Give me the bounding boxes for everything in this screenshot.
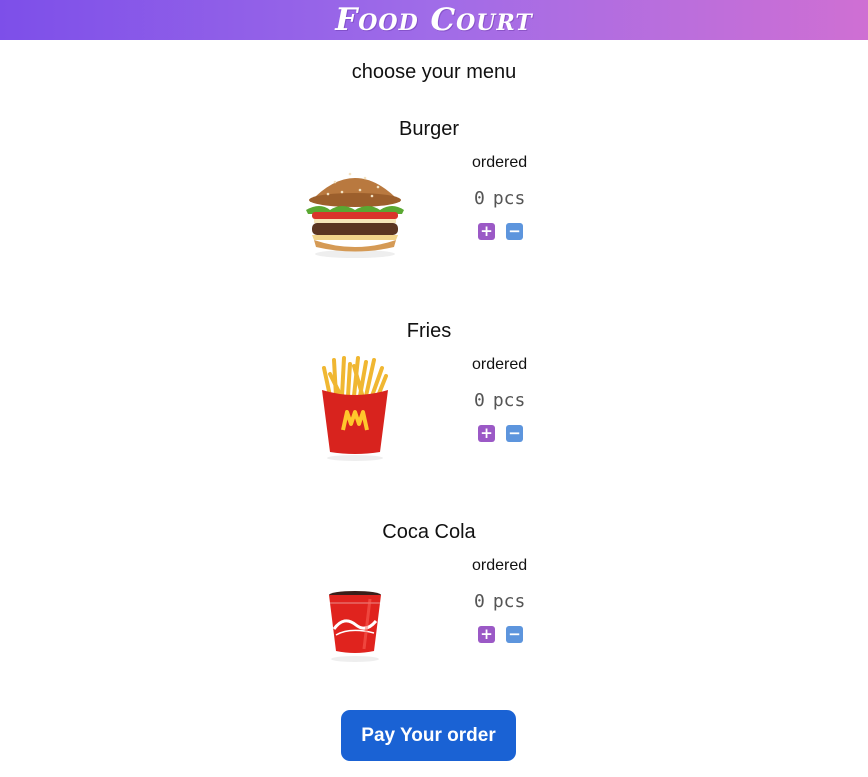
ordered-label: ordered bbox=[472, 356, 528, 373]
quantity-display: 0 pcs bbox=[474, 188, 533, 209]
quantity-value: 0 bbox=[474, 591, 485, 612]
menu-item-fries: Fries ordered 0 pcs + − bbox=[0, 320, 868, 500]
quantity-value: 0 bbox=[474, 188, 485, 209]
increase-burger-button[interactable]: + bbox=[478, 223, 495, 240]
quantity-unit: pcs bbox=[492, 390, 526, 411]
fries-image bbox=[300, 354, 410, 464]
page-subtitle: choose your menu bbox=[351, 61, 517, 83]
item-name: Coca Cola bbox=[382, 521, 476, 543]
ordered-label: ordered bbox=[472, 154, 528, 171]
ordered-label: ordered bbox=[472, 557, 528, 574]
quantity-value: 0 bbox=[474, 390, 485, 411]
increase-fries-button[interactable]: + bbox=[478, 425, 495, 442]
header-bar: Food Court bbox=[0, 0, 868, 40]
item-name: Burger bbox=[398, 118, 460, 140]
menu-item-coca-cola: Coca Cola ordered 0 pcs + − bbox=[0, 521, 868, 701]
decrease-burger-button[interactable]: − bbox=[506, 223, 523, 240]
app-title: Food Court bbox=[335, 2, 533, 38]
quantity-unit: pcs bbox=[492, 591, 526, 612]
decrease-coca-cola-button[interactable]: − bbox=[506, 626, 523, 643]
burger-image bbox=[300, 152, 410, 262]
item-name: Fries bbox=[406, 320, 452, 342]
quantity-display: 0 pcs bbox=[474, 591, 533, 612]
quantity-unit: pcs bbox=[492, 188, 526, 209]
decrease-fries-button[interactable]: − bbox=[506, 425, 523, 442]
quantity-display: 0 pcs bbox=[474, 390, 533, 411]
increase-coca-cola-button[interactable]: + bbox=[478, 626, 495, 643]
menu-item-burger: Burger ordered 0 pcs + − bbox=[0, 118, 868, 298]
pay-order-button[interactable]: Pay Your order bbox=[341, 710, 516, 761]
coca-cola-image bbox=[300, 555, 410, 665]
